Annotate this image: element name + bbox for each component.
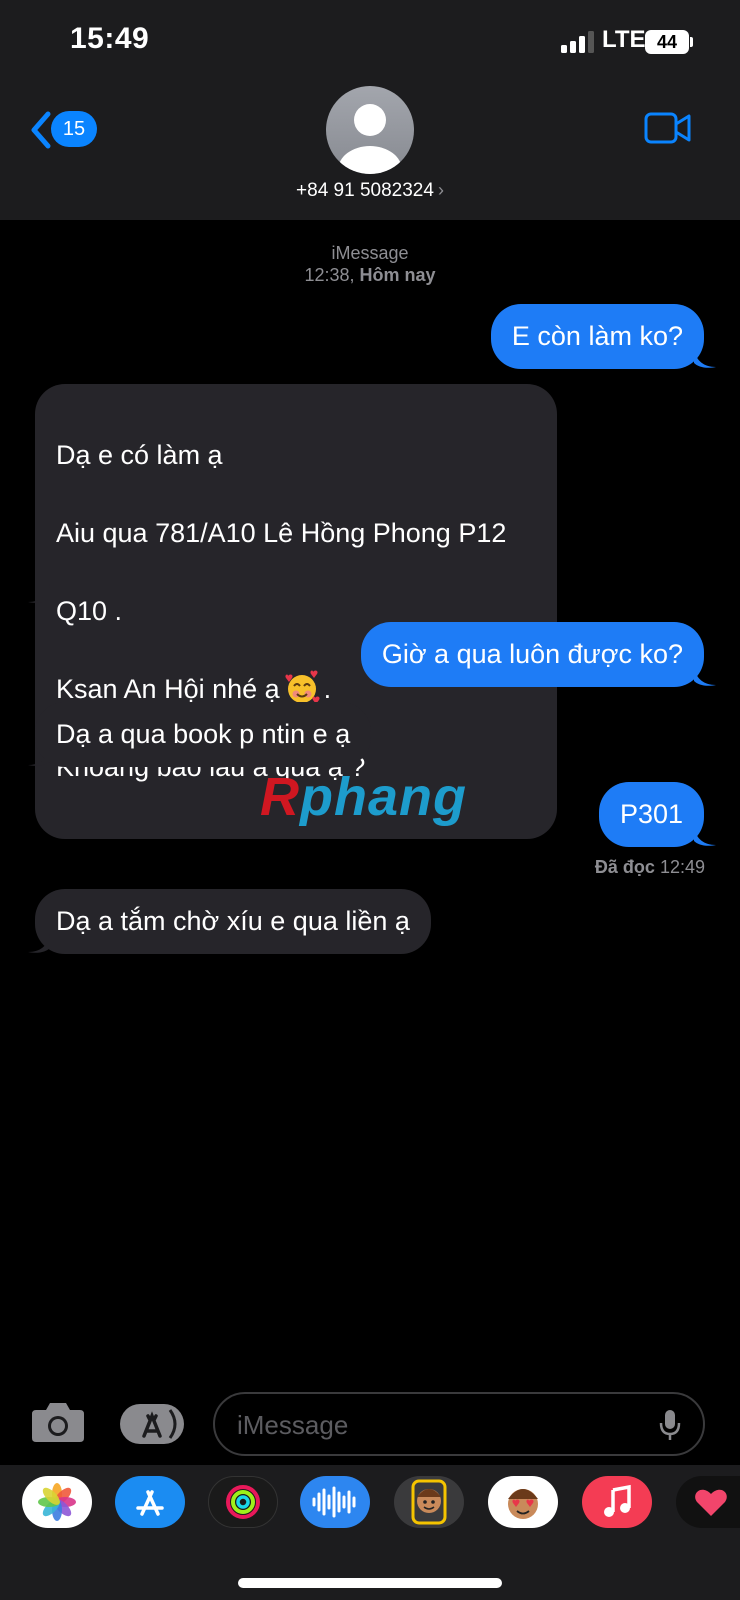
message-line: Dạ e có làm ạ <box>56 440 223 470</box>
heart-app-icon[interactable] <box>676 1476 740 1528</box>
thread-timestamp: 12:38, Hôm nay <box>0 265 740 286</box>
contact-name-row[interactable]: +84 91 5082324 › <box>0 180 740 202</box>
contact-avatar[interactable] <box>326 86 414 174</box>
bubble-tail <box>28 747 50 766</box>
thread-service-label: iMessage <box>331 243 409 263</box>
memoji-app-icon[interactable] <box>394 1476 464 1528</box>
message-bubble-outgoing[interactable]: E còn làm ko? <box>490 304 704 369</box>
bubble-tail <box>694 827 716 846</box>
music-app-icon[interactable] <box>582 1476 652 1528</box>
photos-app-icon[interactable] <box>22 1476 92 1528</box>
audio-message-app-icon[interactable] <box>300 1476 370 1528</box>
thread-time: 12:38, <box>304 265 355 285</box>
bubble-tail <box>694 667 716 686</box>
microphone-icon[interactable] <box>659 1408 681 1442</box>
watermark-first: R <box>260 767 300 827</box>
read-label: Đã đọc <box>594 857 655 877</box>
back-button-unread-count[interactable]: 15 <box>51 111 97 147</box>
memoji-stickers-app-icon[interactable] <box>488 1476 558 1528</box>
message-bubble-outgoing[interactable]: Giờ a qua luôn được ko? <box>360 622 704 687</box>
chevron-right-icon: › <box>437 180 444 200</box>
read-time: 12:49 <box>659 857 705 877</box>
fitness-app-icon[interactable] <box>208 1476 278 1528</box>
network-type: LTE <box>602 26 646 53</box>
battery-indicator: 44 <box>645 30 689 54</box>
person-silhouette-icon <box>338 104 402 174</box>
video-call-icon[interactable] <box>644 111 692 145</box>
bubble-tail <box>694 349 716 368</box>
smiling-face-with-hearts-icon <box>285 670 320 704</box>
home-indicator[interactable] <box>238 1578 502 1588</box>
app-store-button[interactable] <box>120 1404 184 1444</box>
battery-tip <box>690 37 693 47</box>
contact-number: +84 91 5082324 <box>296 180 434 201</box>
read-receipt: Đã đọc 12:49 <box>595 857 705 878</box>
message-bubble-outgoing[interactable]: P301 <box>598 782 704 847</box>
watermark-rest: phang <box>300 767 467 827</box>
bubble-tail <box>28 584 50 603</box>
message-line: Aiu qua 781/A10 Lê Hồng Phong P12 <box>56 518 507 548</box>
thread-day: Hôm nay <box>359 265 436 285</box>
camera-icon[interactable] <box>30 1400 86 1444</box>
app-store-app-icon[interactable] <box>115 1476 185 1528</box>
message-bubble-incoming[interactable]: Dạ a qua book p ntin e ạ <box>35 702 372 767</box>
message-input-placeholder: iMessage <box>237 1410 349 1440</box>
bubble-tail <box>28 934 50 953</box>
message-text: Ksan An Hội nhé ạ <box>56 674 280 704</box>
message-text: . <box>323 674 332 704</box>
app-store-icon <box>142 1409 177 1439</box>
watermark-logo: Rphang <box>260 766 467 828</box>
message-input[interactable]: iMessage <box>213 1392 705 1456</box>
cellular-signal-icon <box>561 31 594 53</box>
status-time: 15:49 <box>70 22 150 55</box>
message-bubble-incoming[interactable]: Dạ a tắm chờ xíu e qua liền ạ <box>35 889 431 954</box>
